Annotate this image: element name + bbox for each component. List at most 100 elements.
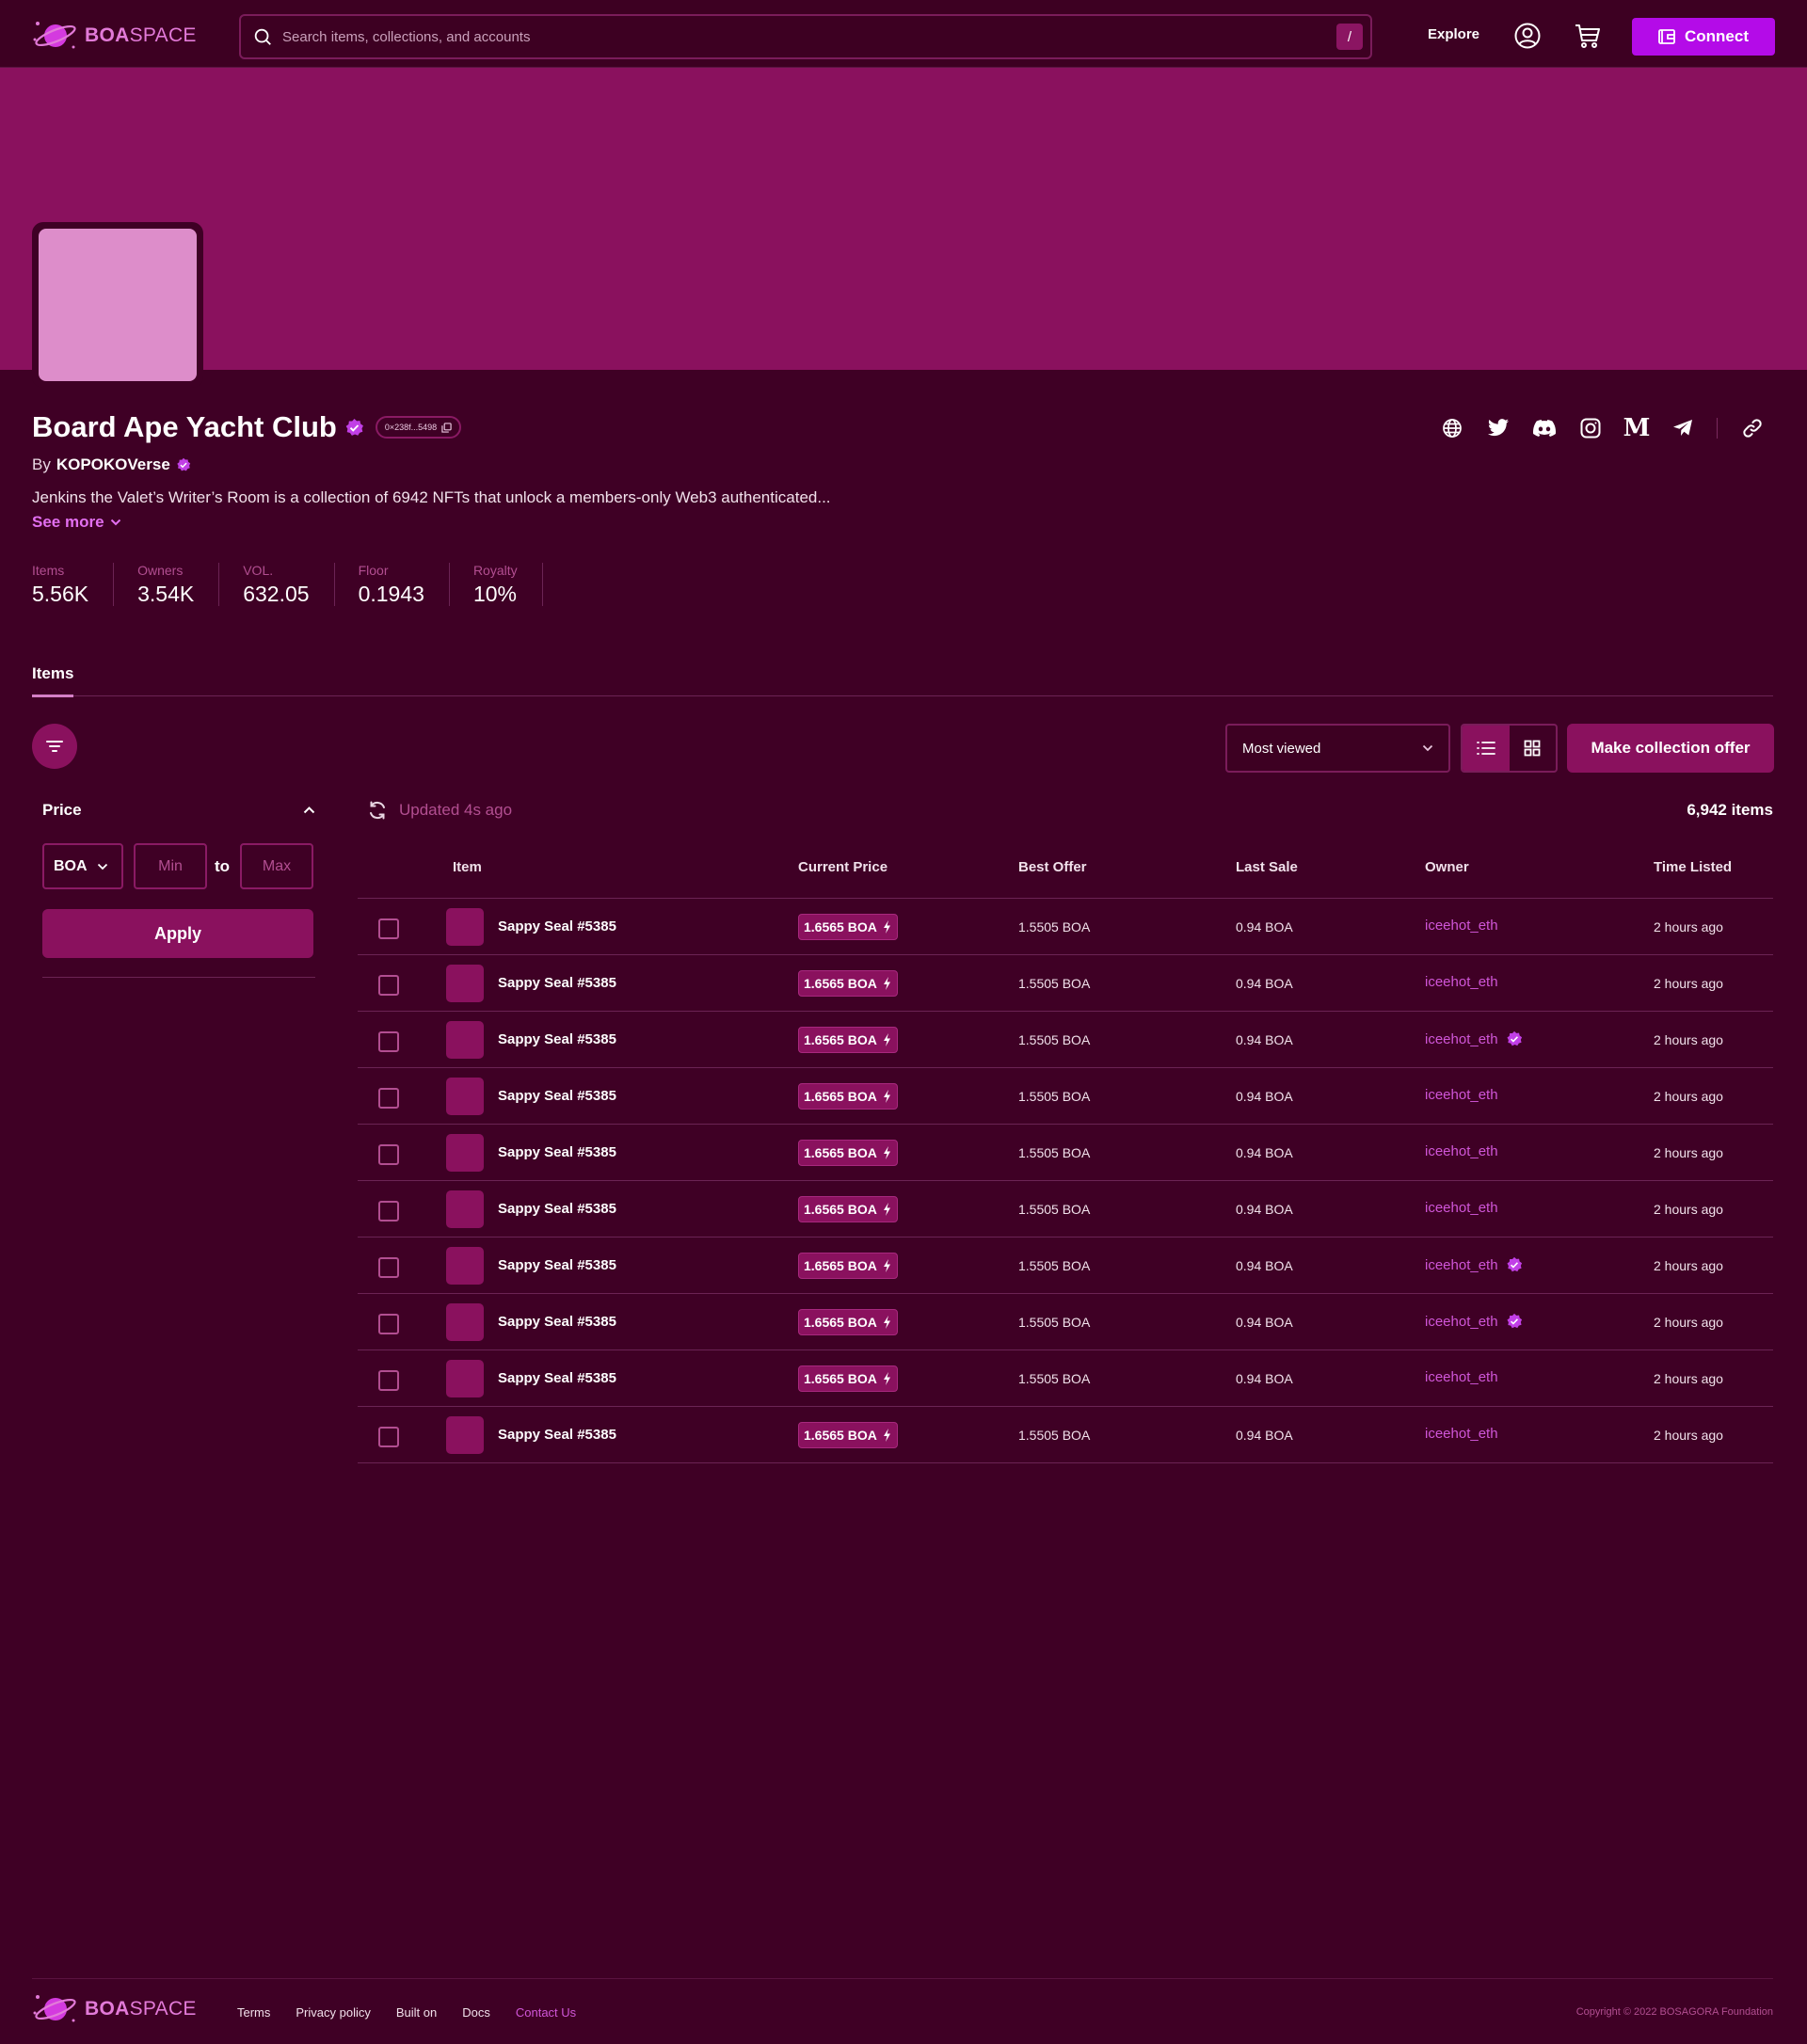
verified-badge-icon: [345, 418, 363, 436]
row-checkbox[interactable]: [378, 1370, 399, 1391]
footer-link-terms[interactable]: Terms: [237, 2005, 270, 2020]
current-price-badge[interactable]: 1.6565 BOA: [798, 1309, 898, 1335]
current-price: 1.6565 BOA: [804, 1032, 877, 1047]
item-thumbnail[interactable]: [446, 1416, 484, 1454]
item-thumbnail[interactable]: [446, 1021, 484, 1059]
make-collection-offer-button[interactable]: Make collection offer: [1567, 724, 1774, 773]
item-thumbnail[interactable]: [446, 965, 484, 1002]
apply-button[interactable]: Apply: [42, 909, 313, 958]
user-icon[interactable]: [1513, 22, 1542, 50]
owner-link[interactable]: iceehot_eth: [1425, 974, 1498, 990]
table-row[interactable]: Sappy Seal #5385 1.6565 BOA 1.5505 BOA 0.94…: [358, 1012, 1773, 1068]
row-checkbox[interactable]: [378, 918, 399, 939]
item-name[interactable]: Sappy Seal #5385: [498, 1088, 616, 1104]
current-price-badge[interactable]: 1.6565 BOA: [798, 1140, 898, 1166]
item-name[interactable]: Sappy Seal #5385: [498, 1144, 616, 1160]
refresh-status[interactable]: Updated 4s ago: [367, 800, 512, 821]
current-price-badge[interactable]: 1.6565 BOA: [798, 970, 898, 997]
row-checkbox[interactable]: [378, 1201, 399, 1222]
table-row[interactable]: Sappy Seal #5385 1.6565 BOA 1.5505 BOA 0.94…: [358, 1350, 1773, 1407]
owner-link[interactable]: iceehot_eth: [1425, 1087, 1498, 1103]
price-max-input[interactable]: [240, 843, 313, 889]
medium-link[interactable]: M: [1623, 416, 1651, 440]
owner-link[interactable]: iceehot_eth: [1425, 918, 1498, 934]
link-icon: [1743, 419, 1762, 438]
row-checkbox[interactable]: [378, 1257, 399, 1278]
website-link[interactable]: [1440, 416, 1464, 440]
item-name[interactable]: Sappy Seal #5385: [498, 975, 616, 991]
current-price: 1.6565 BOA: [804, 919, 877, 934]
share-link[interactable]: [1740, 416, 1765, 440]
price-filter-header[interactable]: Price: [42, 801, 315, 820]
table-row[interactable]: Sappy Seal #5385 1.6565 BOA 1.5505 BOA 0.94…: [358, 1125, 1773, 1181]
creator-link[interactable]: KOPOKOVerse: [56, 455, 170, 474]
twitter-link[interactable]: [1486, 416, 1511, 440]
row-checkbox[interactable]: [378, 1144, 399, 1165]
table-row[interactable]: Sappy Seal #5385 1.6565 BOA 1.5505 BOA 0.94…: [358, 1294, 1773, 1350]
owner-link[interactable]: iceehot_eth: [1425, 1200, 1498, 1216]
footer-link-built-on[interactable]: Built on: [396, 2005, 437, 2020]
item-thumbnail[interactable]: [446, 908, 484, 946]
row-checkbox[interactable]: [378, 1427, 399, 1447]
list-view-button[interactable]: [1463, 726, 1510, 771]
item-name[interactable]: Sappy Seal #5385: [498, 918, 616, 934]
item-name[interactable]: Sappy Seal #5385: [498, 1201, 616, 1217]
row-checkbox[interactable]: [378, 1314, 399, 1334]
current-price-badge[interactable]: 1.6565 BOA: [798, 1027, 898, 1053]
item-thumbnail[interactable]: [446, 1078, 484, 1115]
table-row[interactable]: Sappy Seal #5385 1.6565 BOA 1.5505 BOA 0.94…: [358, 899, 1773, 955]
owner-link[interactable]: iceehot_eth: [1425, 1426, 1498, 1442]
time-listed: 2 hours ago: [1654, 1089, 1723, 1104]
current-price-badge[interactable]: 1.6565 BOA: [798, 914, 898, 940]
item-name[interactable]: Sappy Seal #5385: [498, 1370, 616, 1386]
footer-link-privacy[interactable]: Privacy policy: [296, 2005, 370, 2020]
table-row[interactable]: Sappy Seal #5385 1.6565 BOA 1.5505 BOA 0.94…: [358, 1238, 1773, 1294]
logo[interactable]: BOASPACE: [32, 19, 197, 53]
table-row[interactable]: Sappy Seal #5385 1.6565 BOA 1.5505 BOA 0.94…: [358, 1181, 1773, 1238]
owner-link[interactable]: iceehot_eth: [1425, 1030, 1523, 1047]
owner-link[interactable]: iceehot_eth: [1425, 1313, 1523, 1330]
cart-icon[interactable]: [1574, 22, 1602, 50]
contract-address-chip[interactable]: 0×238f...5498: [375, 416, 462, 439]
item-name[interactable]: Sappy Seal #5385: [498, 1427, 616, 1443]
table-row[interactable]: Sappy Seal #5385 1.6565 BOA 1.5505 BOA 0.94…: [358, 955, 1773, 1012]
item-name[interactable]: Sappy Seal #5385: [498, 1257, 616, 1273]
current-price-badge[interactable]: 1.6565 BOA: [798, 1422, 898, 1448]
footer-link-docs[interactable]: Docs: [462, 2005, 490, 2020]
table-row[interactable]: Sappy Seal #5385 1.6565 BOA 1.5505 BOA 0.94…: [358, 1068, 1773, 1125]
see-more-button[interactable]: See more: [32, 513, 121, 532]
item-thumbnail[interactable]: [446, 1360, 484, 1397]
current-price-badge[interactable]: 1.6565 BOA: [798, 1253, 898, 1279]
current-price-badge[interactable]: 1.6565 BOA: [798, 1083, 898, 1110]
discord-link[interactable]: [1532, 416, 1557, 440]
tab-items[interactable]: Items: [32, 664, 74, 697]
connect-button[interactable]: Connect: [1632, 18, 1775, 56]
footer-link-contact[interactable]: Contact Us: [516, 2005, 576, 2020]
item-name[interactable]: Sappy Seal #5385: [498, 1314, 616, 1330]
search-input[interactable]: [282, 28, 1336, 45]
filter-toggle-button[interactable]: [32, 724, 77, 769]
current-price-badge[interactable]: 1.6565 BOA: [798, 1196, 898, 1222]
row-checkbox[interactable]: [378, 1088, 399, 1109]
item-thumbnail[interactable]: [446, 1134, 484, 1172]
row-checkbox[interactable]: [378, 975, 399, 996]
row-checkbox[interactable]: [378, 1031, 399, 1052]
footer-logo[interactable]: BOASPACE: [32, 1992, 197, 2026]
price-min-input[interactable]: [134, 843, 207, 889]
owner-link[interactable]: iceehot_eth: [1425, 1256, 1523, 1273]
item-thumbnail[interactable]: [446, 1303, 484, 1341]
item-name[interactable]: Sappy Seal #5385: [498, 1031, 616, 1047]
grid-view-button[interactable]: [1510, 726, 1557, 771]
item-thumbnail[interactable]: [446, 1190, 484, 1228]
currency-select[interactable]: BOA: [42, 843, 123, 889]
search-bar[interactable]: /: [239, 14, 1372, 59]
telegram-link[interactable]: [1671, 416, 1695, 440]
table-row[interactable]: Sappy Seal #5385 1.6565 BOA 1.5505 BOA 0.94…: [358, 1407, 1773, 1463]
owner-link[interactable]: iceehot_eth: [1425, 1143, 1498, 1159]
current-price-badge[interactable]: 1.6565 BOA: [798, 1365, 898, 1392]
instagram-link[interactable]: [1578, 416, 1603, 440]
item-thumbnail[interactable]: [446, 1247, 484, 1285]
explore-link[interactable]: Explore: [1428, 26, 1479, 42]
sort-dropdown[interactable]: Most viewed: [1225, 724, 1450, 773]
owner-link[interactable]: iceehot_eth: [1425, 1369, 1498, 1385]
